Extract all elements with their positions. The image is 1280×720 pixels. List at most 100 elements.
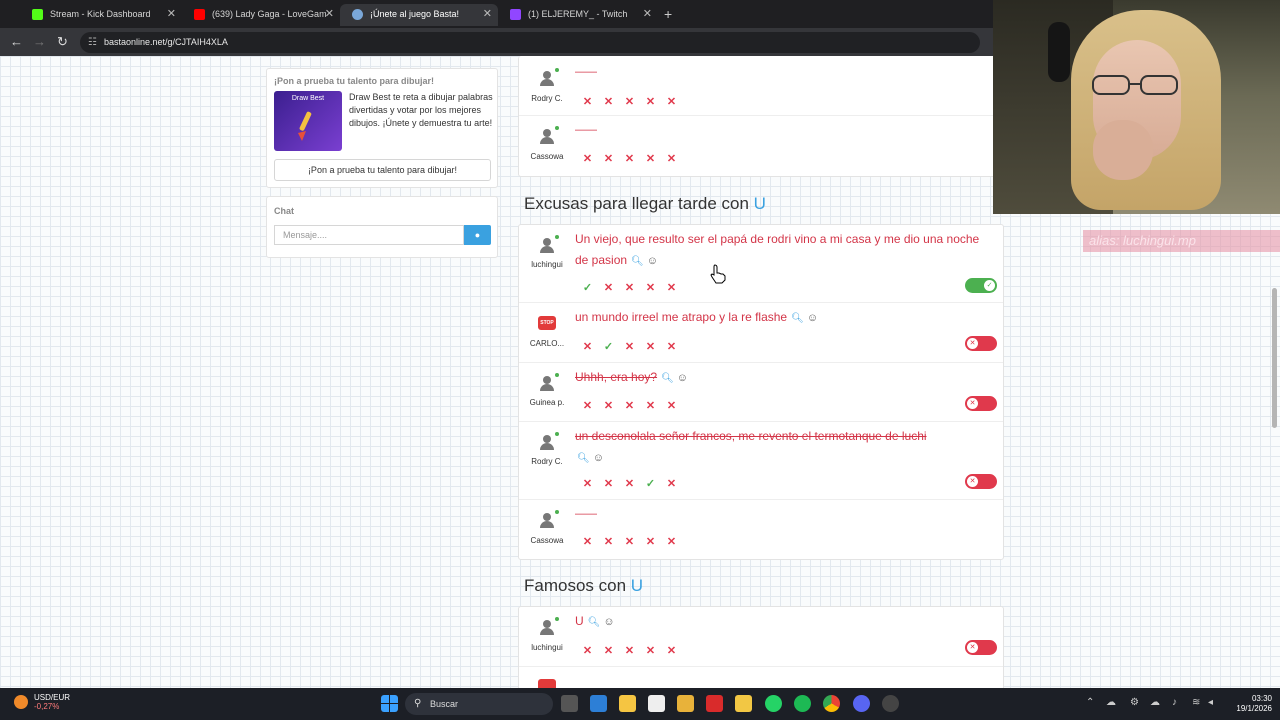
copilot-icon[interactable] — [590, 695, 607, 712]
vote-reject-button[interactable]: ✕ — [621, 95, 638, 109]
twitch-icon — [510, 9, 521, 20]
emoji-react-icon[interactable]: ☺ — [603, 612, 614, 633]
settings-icon[interactable]: ⚙ — [1130, 697, 1139, 708]
vote-reject-button[interactable]: ✕ — [579, 644, 596, 658]
vote-reject-button[interactable]: ✕ — [663, 644, 680, 658]
wifi-icon[interactable]: ≋ — [1192, 697, 1200, 708]
vote-reject-button[interactable]: ✕ — [642, 644, 659, 658]
vote-reject-button[interactable]: ✕ — [579, 535, 596, 549]
stock-widget[interactable]: USD/EUR -0,27% — [12, 693, 82, 711]
close-icon[interactable]: ✕ — [643, 4, 652, 24]
avatar — [539, 235, 559, 253]
emoji-react-icon[interactable]: ☺ — [647, 251, 658, 272]
vote-accept-button[interactable]: ✓ — [600, 340, 617, 354]
search-icon[interactable]: 🔍︎ — [661, 368, 674, 389]
task-view-icon[interactable] — [561, 695, 578, 712]
vote-reject-button[interactable]: ✕ — [642, 281, 659, 295]
cloud-icon[interactable]: ☁ — [1150, 697, 1160, 708]
scrollbar-thumb[interactable] — [1272, 288, 1277, 428]
site-info-icon[interactable]: ☷ — [88, 32, 97, 53]
forward-arrow-icon[interactable]: → — [33, 34, 46, 50]
vote-reject-button[interactable]: ✕ — [663, 477, 680, 491]
vote-reject-button[interactable]: ✕ — [621, 477, 638, 491]
tab-youtube[interactable]: (639) Lady Gaga - LoveGam ✕ — [182, 4, 340, 26]
vote-reject-button[interactable]: ✕ — [579, 399, 596, 413]
vote-reject-button[interactable]: ✕ — [579, 340, 596, 354]
chat-message-input[interactable]: Mensaje.... — [274, 225, 464, 245]
whatsapp-icon[interactable] — [765, 695, 782, 712]
vote-reject-button[interactable]: ✕ — [663, 281, 680, 295]
vote-reject-button[interactable]: ✕ — [621, 340, 638, 354]
taskbar-clock[interactable]: 03:30 19/1/2026 — [1222, 694, 1272, 714]
network-icon[interactable]: ☁ — [1106, 697, 1116, 708]
widgets-icon[interactable] — [619, 695, 636, 712]
validity-toggle[interactable]: ✓ — [965, 278, 997, 293]
vote-reject-button[interactable]: ✕ — [621, 399, 638, 413]
avatar — [539, 126, 559, 144]
close-icon[interactable]: ✕ — [483, 4, 492, 24]
vote-reject-button[interactable]: ✕ — [600, 535, 617, 549]
search-icon[interactable]: 🔍︎ — [631, 251, 644, 272]
close-icon[interactable]: ✕ — [167, 4, 176, 24]
emoji-react-icon[interactable]: ☺ — [593, 448, 604, 469]
vote-reject-button[interactable]: ✕ — [600, 477, 617, 491]
validity-toggle[interactable]: ✕ — [965, 474, 997, 489]
discord-icon[interactable] — [853, 695, 870, 712]
close-icon[interactable]: ✕ — [325, 4, 334, 24]
vote-reject-button[interactable]: ✕ — [621, 535, 638, 549]
vote-reject-button[interactable]: ✕ — [579, 152, 596, 166]
windows-start-icon[interactable] — [381, 695, 398, 712]
taskbar-search[interactable]: ⚲ Buscar — [405, 693, 553, 715]
search-icon[interactable]: 🔍︎ — [588, 612, 601, 633]
emoji-react-icon[interactable]: ☺ — [807, 308, 818, 329]
vote-reject-button[interactable]: ✕ — [663, 95, 680, 109]
spotify-icon[interactable] — [794, 695, 811, 712]
validity-toggle[interactable]: ✕ — [965, 640, 997, 655]
chrome-icon[interactable] — [823, 695, 840, 712]
chat-send-button[interactable]: ● — [464, 225, 491, 245]
vote-reject-button[interactable]: ✕ — [642, 152, 659, 166]
app-icon[interactable] — [648, 695, 665, 712]
vote-reject-button[interactable]: ✕ — [642, 95, 659, 109]
reload-icon[interactable]: ↻ — [57, 34, 68, 50]
vote-accept-button[interactable]: ✓ — [642, 477, 659, 491]
tab-basta[interactable]: ¡Únete al juego Basta! ✕ — [340, 4, 498, 26]
vote-reject-button[interactable]: ✕ — [579, 477, 596, 491]
draw-best-image[interactable]: Draw Best — [274, 91, 342, 151]
vote-reject-button[interactable]: ✕ — [642, 535, 659, 549]
back-arrow-icon[interactable]: ← — [10, 34, 23, 50]
vote-reject-button[interactable]: ✕ — [663, 340, 680, 354]
promo-button[interactable]: ¡Pon a prueba tu talento para dibujar! — [274, 159, 491, 181]
vote-reject-button[interactable]: ✕ — [663, 399, 680, 413]
vote-reject-button[interactable]: ✕ — [579, 95, 596, 109]
new-tab-button[interactable]: + — [664, 4, 672, 24]
vote-reject-button[interactable]: ✕ — [663, 535, 680, 549]
vote-reject-button[interactable]: ✕ — [600, 281, 617, 295]
vote-reject-button[interactable]: ✕ — [642, 399, 659, 413]
vote-reject-button[interactable]: ✕ — [600, 644, 617, 658]
url-bar[interactable]: ☷ bastaonline.net/g/CJTAIH4XLA — [80, 32, 980, 53]
file-explorer-icon[interactable] — [735, 695, 752, 712]
vote-accept-button[interactable]: ✓ — [579, 281, 596, 295]
microphone-icon[interactable]: ♪ — [1172, 697, 1177, 708]
validity-toggle[interactable]: ✕ — [965, 336, 997, 351]
search-icon[interactable]: 🔍︎ — [577, 448, 590, 469]
volume-icon[interactable]: ◂ — [1208, 697, 1213, 708]
vote-reject-button[interactable]: ✕ — [600, 152, 617, 166]
validity-toggle[interactable]: ✕ — [965, 396, 997, 411]
vote-reject-button[interactable]: ✕ — [621, 281, 638, 295]
vote-reject-button[interactable]: ✕ — [621, 644, 638, 658]
paw-app-icon[interactable] — [677, 695, 694, 712]
emoji-react-icon[interactable]: ☺ — [677, 368, 688, 389]
chevron-up-icon[interactable]: ⌃ — [1086, 697, 1094, 708]
obs-icon[interactable] — [882, 695, 899, 712]
tab-twitch[interactable]: (1) ELJEREMY_ - Twitch ✕ — [498, 4, 658, 26]
acrobat-icon[interactable] — [706, 695, 723, 712]
vote-reject-button[interactable]: ✕ — [663, 152, 680, 166]
tab-kick-dashboard[interactable]: Stream - Kick Dashboard ✕ — [20, 4, 182, 26]
vote-reject-button[interactable]: ✕ — [600, 399, 617, 413]
search-icon[interactable]: 🔍︎ — [791, 308, 804, 329]
vote-reject-button[interactable]: ✕ — [621, 152, 638, 166]
vote-reject-button[interactable]: ✕ — [600, 95, 617, 109]
vote-reject-button[interactable]: ✕ — [642, 340, 659, 354]
